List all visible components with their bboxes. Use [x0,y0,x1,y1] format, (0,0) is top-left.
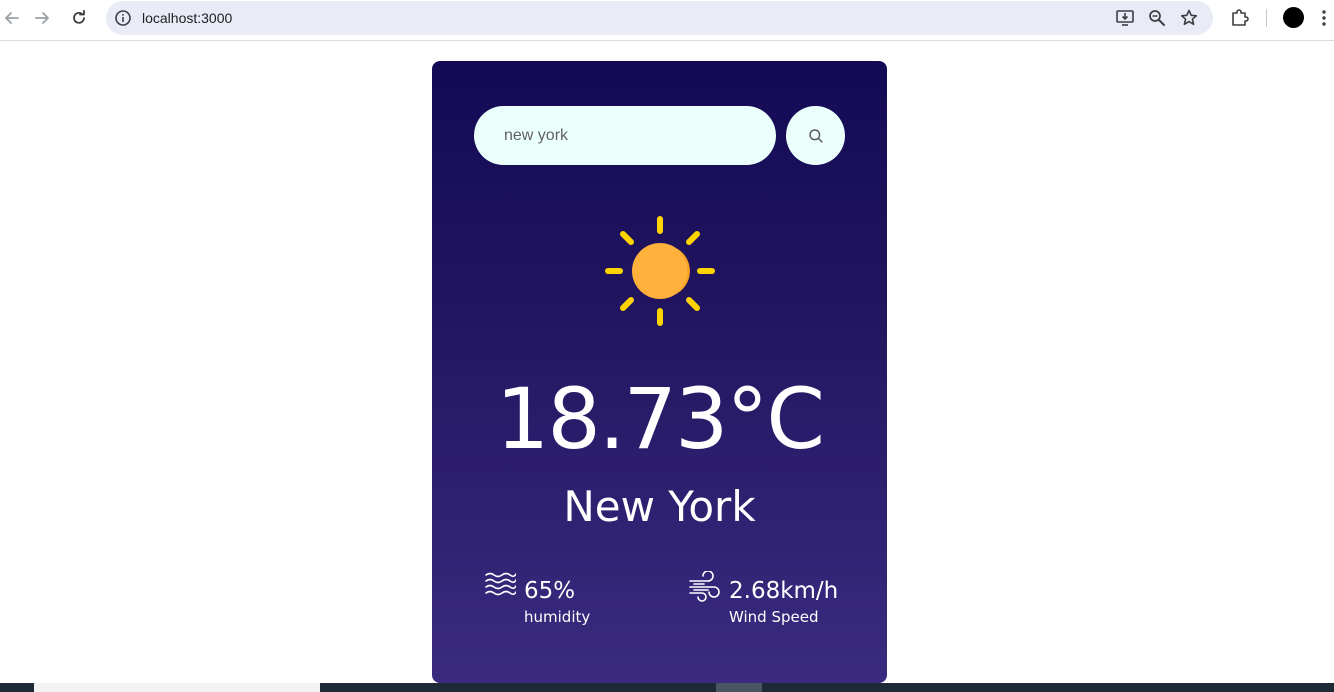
browser-menu-button[interactable] [1317,6,1331,30]
search-button[interactable] [786,106,845,165]
zoom-icon [1149,10,1165,26]
install-app-button[interactable] [1115,8,1135,28]
arrow-left-icon [5,12,19,24]
kebab-menu-icon [1322,10,1326,26]
browser-toolbar: localhost:3000 [0,0,1334,36]
bookmark-button[interactable] [1179,8,1199,28]
sun-icon [605,216,715,326]
wind-icon [689,571,720,602]
url-text: localhost:3000 [142,10,233,26]
extensions-button[interactable] [1228,6,1252,30]
taskbar-active-app[interactable] [716,683,762,692]
zoom-button[interactable] [1147,8,1167,28]
weather-card: 18.73°C New York 65% humidity 2.68km/h W… [432,61,887,683]
forward-button[interactable] [30,6,54,30]
city-search-input[interactable] [474,106,776,165]
info-icon[interactable] [114,9,132,27]
wind-speed-value: 2.68km/h [729,578,839,604]
toolbar-divider [0,40,1334,41]
humidity-value: 65% [524,578,576,604]
reload-icon [73,9,85,24]
wind-speed-label: Wind Speed [729,608,819,626]
profile-avatar[interactable] [1283,7,1304,28]
arrow-right-icon [35,12,49,24]
taskbar-window-tile[interactable] [34,683,320,692]
toolbar-separator [1266,9,1267,27]
city-name: New York [563,482,756,531]
install-app-icon [1116,10,1134,26]
humidity-waves-icon [485,572,516,596]
humidity-label: humidity [524,608,591,626]
puzzle-icon [1232,9,1249,26]
reload-button[interactable] [67,6,91,30]
back-button[interactable] [0,6,24,30]
temperature-value: 18.73°C [495,370,825,468]
address-bar[interactable]: localhost:3000 [106,1,1213,35]
star-icon [1180,9,1198,26]
search-icon [808,128,823,143]
